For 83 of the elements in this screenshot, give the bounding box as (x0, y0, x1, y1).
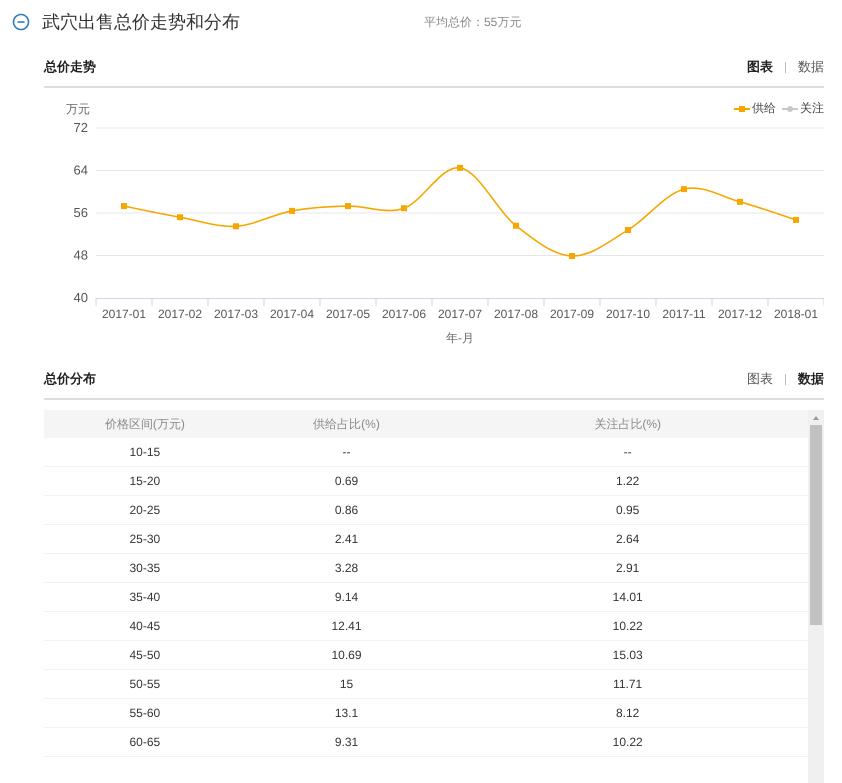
data-point (737, 198, 743, 205)
table-cell-text: 50-55 (128, 677, 162, 691)
table-cell-text: 14.01 (612, 590, 644, 604)
table-cell-text: 10.69 (330, 648, 363, 662)
table-cell-text: 10-15 (128, 445, 162, 459)
scrollbar[interactable] (808, 410, 824, 783)
table-cell-text: 25-30 (128, 532, 162, 546)
table-cell-text: 45-50 (128, 648, 162, 662)
table-cell-text: 8.12 (614, 706, 640, 720)
axis-tick-label: 2017-10 (606, 307, 650, 321)
axis-tick-label: 2017-02 (158, 307, 202, 321)
subsection-title: 总价走势 (44, 58, 96, 76)
axis-tick-label: 2017-11 (662, 307, 706, 321)
table-cell-text: 30-35 (128, 561, 162, 575)
axis-tick-label: 2017-05 (326, 307, 370, 321)
table-cell-text: 55-60 (128, 706, 162, 720)
table-cell-text: 12.41 (330, 619, 363, 633)
table-cell-text: 0.95 (614, 503, 640, 517)
axis-title: 年-月 (446, 331, 474, 345)
axis-tick-label: 72 (74, 120, 88, 135)
data-point (793, 216, 799, 223)
axis-tick-label: 2017-04 (270, 307, 314, 321)
data-point (289, 208, 295, 214)
subsection-title: 总价分布 (44, 370, 96, 388)
legend-label[interactable]: 供给 (752, 100, 776, 117)
axis-tick-label: 2017-08 (494, 307, 538, 321)
table-cell-text: 9.31 (334, 735, 360, 749)
table-cell-text: 2.91 (614, 561, 640, 575)
axis-tick-label: 2017-06 (382, 307, 426, 321)
table-cell-text: 11.71 (612, 677, 644, 691)
table-cell-text: -- (622, 445, 633, 459)
axis-tick-label: 64 (74, 162, 88, 178)
axis-tick-label: 2017-01 (102, 307, 146, 321)
view-tab[interactable]: 数据 (798, 58, 824, 76)
view-tab[interactable]: 图表 (747, 58, 773, 76)
collapse-icon[interactable] (12, 13, 30, 31)
average-price: 平均总价：55万元 (424, 14, 522, 30)
axis-unit-label: 万元 (66, 102, 90, 116)
table-cell-text: 0.69 (334, 474, 360, 488)
table-cell-text: 1.22 (614, 474, 640, 488)
view-tab[interactable]: 数据 (798, 370, 824, 388)
table-cell-text: 10.22 (612, 735, 644, 749)
table-cell-text: 10.22 (612, 619, 644, 633)
data-point (625, 227, 631, 233)
column-header: 供给占比(%) (312, 416, 381, 432)
table-cell-text: -- (342, 445, 352, 459)
table-cell-text: 20-25 (128, 503, 162, 517)
section-title: 武穴出售总价走势和分布 (42, 11, 241, 34)
data-point (177, 214, 183, 220)
axis-tick-label: 40 (74, 290, 88, 305)
table-cell-text: 15.03 (612, 648, 644, 662)
data-point (457, 164, 463, 171)
column-header: 价格区间(万元) (104, 416, 186, 432)
table-cell-text: 9.14 (334, 590, 360, 604)
table-cell-text: 3.28 (334, 561, 360, 575)
axis-tick-label: 2017-03 (214, 307, 258, 321)
axis-tick-label: 48 (74, 248, 88, 262)
scrollbar-thumb[interactable] (810, 425, 822, 625)
scroll-up-icon[interactable] (813, 416, 819, 420)
table-cell-text: 2.41 (334, 532, 360, 546)
table-cell-text: 35-40 (128, 590, 162, 604)
table-cell-text: 0.86 (334, 503, 360, 517)
data-point (345, 203, 351, 210)
column-header: 关注占比(%) (593, 416, 662, 432)
table-cell-text: 60-65 (128, 735, 162, 749)
data-point (513, 222, 519, 229)
axis-tick-label: 2017-07 (438, 307, 482, 321)
table-cell-text: 15 (338, 677, 354, 691)
axis-tick-label: 56 (74, 205, 88, 220)
table-cell-text: 2.64 (614, 532, 640, 546)
table-cell-text: 13.1 (334, 706, 360, 720)
axis-tick-label: 2017-12 (718, 307, 762, 321)
data-point (681, 186, 687, 192)
legend-label[interactable]: 关注 (800, 100, 824, 117)
axis-tick-label: 2017-09 (550, 307, 594, 321)
data-point (401, 205, 407, 212)
table-cell-text: 15-20 (128, 474, 162, 488)
data-point (121, 203, 127, 210)
axis-tick-label: 2018-01 (774, 307, 818, 321)
table-cell-text: 40-45 (128, 619, 162, 633)
view-tab[interactable]: 图表 (747, 370, 773, 388)
data-point (569, 253, 575, 260)
data-point (233, 223, 239, 230)
